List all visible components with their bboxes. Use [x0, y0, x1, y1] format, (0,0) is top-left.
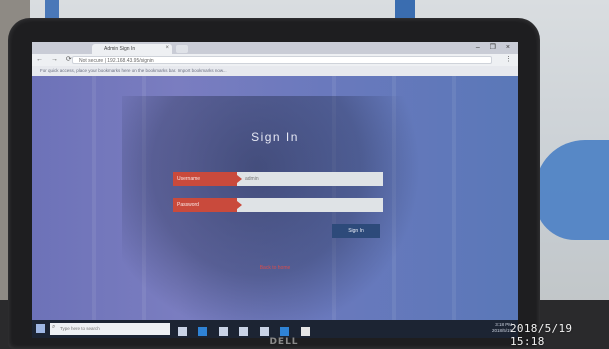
laptop-screen: Admin Sign In × – ❐ × ← → ⟳ Not secure |…: [32, 42, 518, 338]
username-row: Username: [173, 172, 383, 186]
edge-browser-icon[interactable]: [198, 327, 208, 336]
taskbar-pinned-apps: [178, 323, 317, 338]
store-icon[interactable]: [239, 327, 249, 336]
photo-timestamp: 2018/5/19 15:18: [510, 322, 573, 348]
browser-toolbar: ← → ⟳ Not secure | 192.168.43.95/signin …: [32, 54, 518, 66]
password-input[interactable]: [243, 198, 383, 212]
reflection-streak: [92, 76, 96, 320]
search-icon: ⌕: [52, 324, 56, 330]
task-view-icon[interactable]: [178, 327, 187, 336]
tray-date: 2018/5/19: [491, 328, 512, 333]
tab-title: Admin Sign In: [104, 46, 136, 52]
back-to-home-link[interactable]: Back to home: [32, 265, 518, 271]
mail-icon[interactable]: [259, 327, 269, 336]
bookmarks-bar: For quick access, place your bookmarks h…: [32, 66, 518, 76]
page-title: Sign In: [251, 130, 299, 144]
background-object: [45, 0, 59, 18]
signin-button[interactable]: Sign In: [332, 224, 380, 238]
taskbar-search-input[interactable]: ⌕ Type here to search: [50, 323, 170, 335]
windows-taskbar: ⌕ Type here to search 3:18 PM 2018/5/19: [32, 320, 518, 338]
system-tray-clock[interactable]: 3:18 PM 2018/5/19: [492, 322, 512, 334]
signin-page: Sign In Username Password Sign In Back t…: [32, 76, 518, 336]
menu-dots-icon[interactable]: ⋮: [505, 55, 512, 63]
username-input[interactable]: [243, 172, 383, 186]
browser-tab-bar: Admin Sign In × – ❐ ×: [32, 42, 518, 54]
search-placeholder: Type here to search: [60, 326, 100, 331]
background-chair: [535, 140, 609, 240]
close-icon[interactable]: ×: [165, 45, 169, 51]
windows-start-icon[interactable]: [36, 324, 45, 333]
password-row: Password: [173, 198, 383, 212]
browser-tab[interactable]: Admin Sign In ×: [92, 44, 172, 54]
password-label: Password: [173, 198, 242, 212]
chrome-browser-icon[interactable]: [300, 327, 310, 336]
window-controls[interactable]: – ❐ ×: [476, 43, 514, 51]
username-label: Username: [173, 172, 242, 186]
app-icon[interactable]: [280, 327, 290, 336]
new-tab-button[interactable]: [176, 45, 188, 53]
laptop-brand-logo: DELL: [269, 337, 299, 347]
reflection-streak: [452, 76, 456, 320]
file-explorer-icon[interactable]: [218, 327, 228, 336]
navigation-buttons[interactable]: ← → ⟳: [36, 55, 75, 63]
address-bar[interactable]: Not secure | 192.168.43.95/signin: [72, 56, 492, 64]
